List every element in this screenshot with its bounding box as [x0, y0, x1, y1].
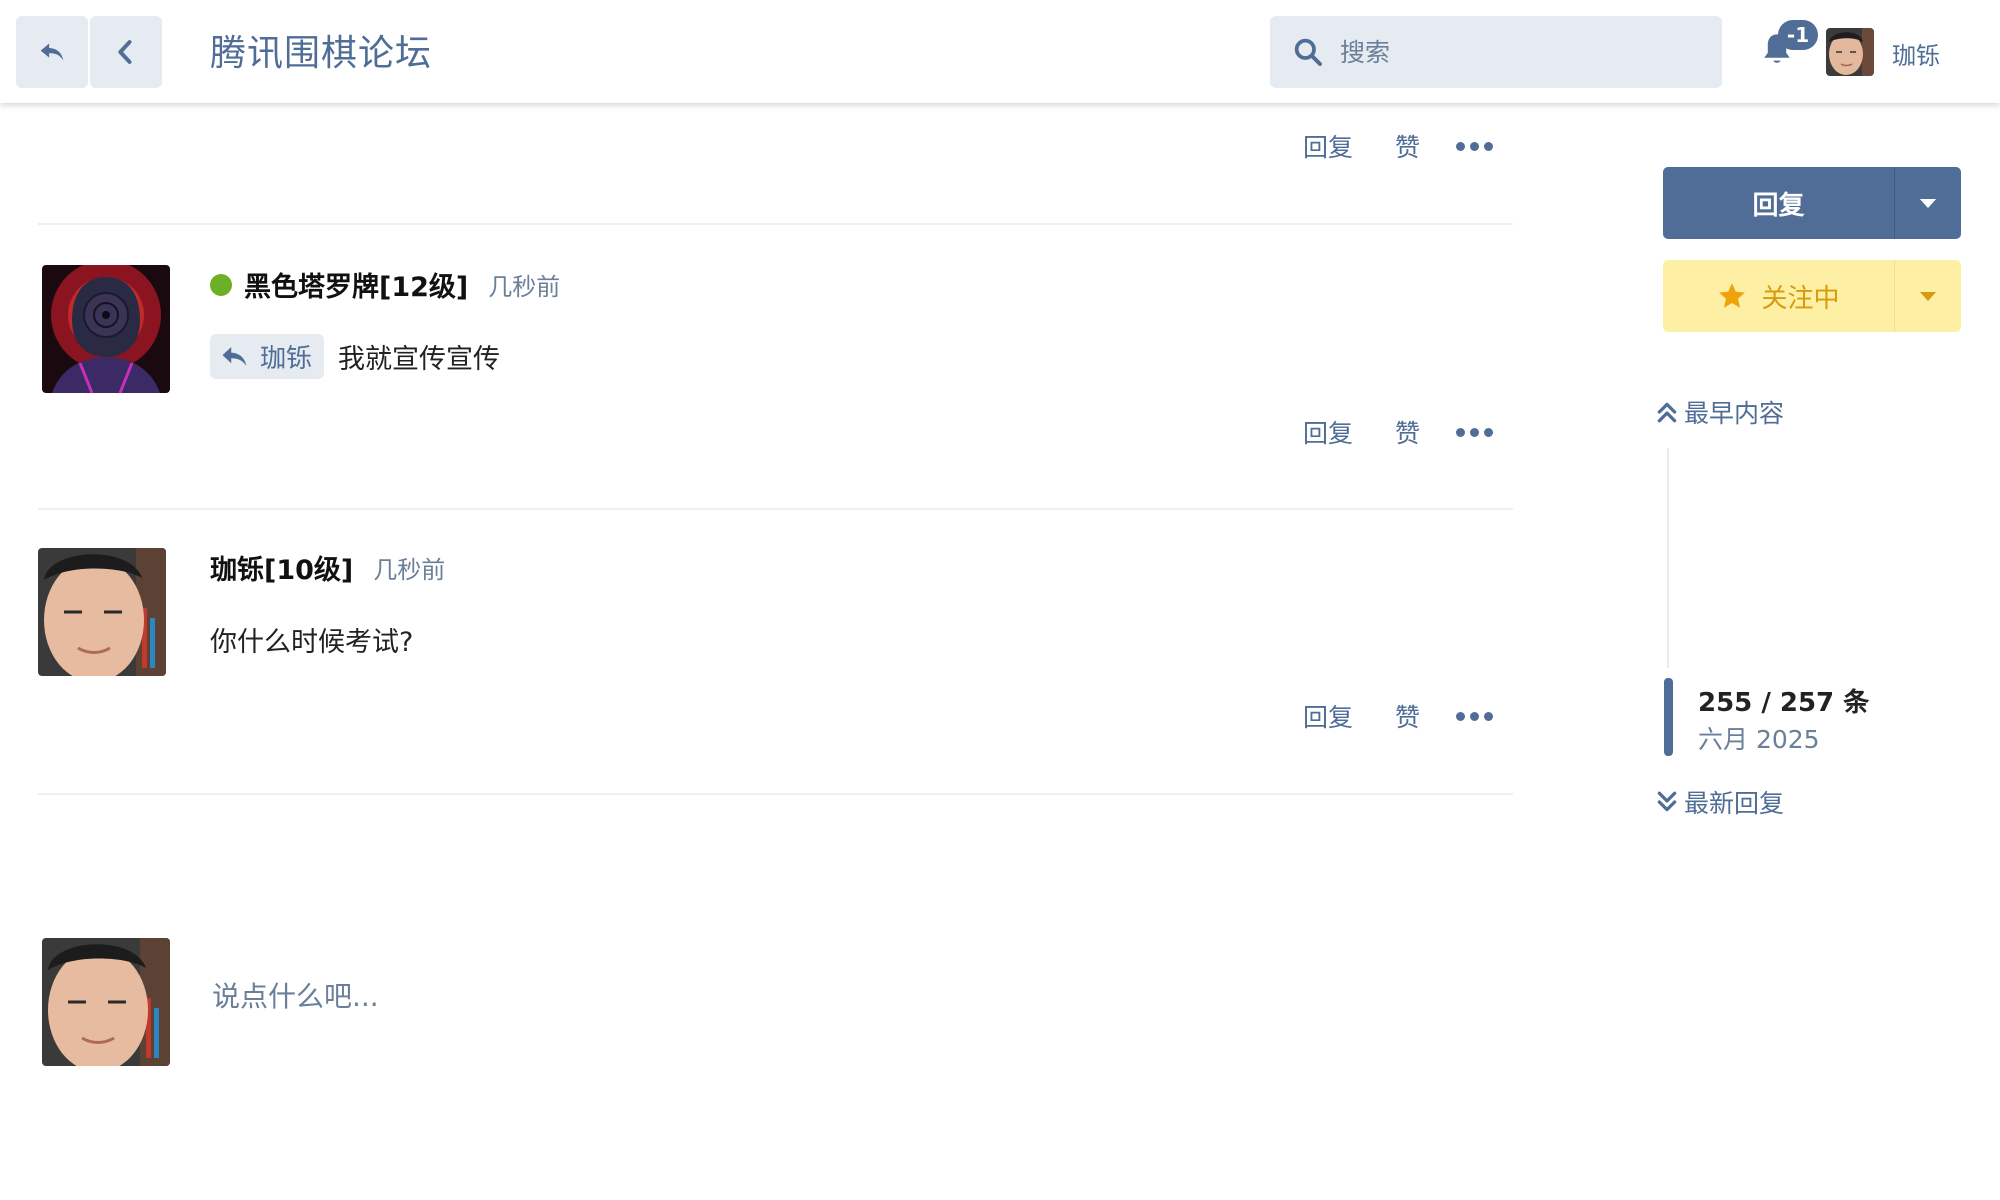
post-actions: 回复 赞 — [1303, 414, 1493, 450]
back-button[interactable] — [90, 16, 162, 88]
mask-avatar-image — [42, 265, 170, 393]
reply-to-tag[interactable]: 珈铄 — [210, 334, 325, 379]
post-text: 我就宣传宣传 — [338, 344, 501, 375]
more-dots-icon[interactable] — [1456, 141, 1493, 151]
header-username[interactable]: 珈铄 — [1892, 36, 1940, 71]
post-divider — [38, 793, 1513, 795]
latest-reply-link[interactable]: 最新回复 — [1656, 784, 1784, 820]
post-partial: 回复 赞 — [0, 128, 1493, 168]
reply-dropdown-button[interactable] — [1894, 167, 1961, 239]
reply-split-button: 回复 — [1663, 167, 1961, 239]
reply-to-user: 珈铄 — [260, 344, 313, 374]
timeline-handle[interactable] — [1664, 678, 1673, 756]
top-header: 腾讯围棋论坛 -1 珈铄 — [0, 0, 2000, 103]
reply-arrow-icon — [222, 346, 247, 366]
post-text: 你什么时候考试? — [210, 627, 414, 658]
face-photo — [1826, 28, 1874, 76]
search-icon — [1294, 38, 1322, 66]
face-photo — [42, 938, 170, 1066]
post-divider — [38, 508, 1513, 510]
back-chevron-icon — [118, 40, 132, 64]
face-photo — [38, 548, 166, 676]
post-actions: 回复 赞 — [1303, 128, 1493, 164]
like-link[interactable]: 赞 — [1395, 128, 1420, 164]
post-body: 珈铄 我就宣传宣传 — [210, 334, 500, 379]
site-title[interactable]: 腾讯围棋论坛 — [210, 24, 432, 76]
caret-down-icon — [1919, 198, 1937, 208]
reply-arrow-icon — [40, 43, 64, 61]
user-avatar[interactable] — [1826, 28, 1874, 76]
follow-label: 关注中 — [1761, 283, 1840, 314]
more-dots-icon[interactable] — [1456, 711, 1493, 721]
post-actions: 回复 赞 — [1303, 698, 1493, 734]
composer-avatar[interactable] — [42, 938, 170, 1066]
follow-split-button: 关注中 — [1663, 260, 1961, 332]
reply-link[interactable]: 回复 — [1303, 414, 1353, 450]
like-link[interactable]: 赞 — [1395, 414, 1420, 450]
composer-input[interactable]: 说点什么吧... — [212, 975, 379, 1015]
reply-link[interactable]: 回复 — [1303, 128, 1353, 164]
reply-link[interactable]: 回复 — [1303, 698, 1353, 734]
post-actions-row: 回复 赞 — [0, 414, 1493, 454]
follow-button[interactable]: 关注中 — [1663, 260, 1894, 332]
chevrons-down-icon — [1657, 791, 1677, 812]
avatar[interactable] — [42, 265, 170, 393]
earliest-content-label: 最早内容 — [1684, 399, 1785, 428]
timeline-date: 六月 2025 — [1698, 725, 1820, 754]
like-link[interactable]: 赞 — [1395, 698, 1420, 734]
follow-dropdown-button[interactable] — [1894, 260, 1961, 332]
reply-button[interactable]: 回复 — [1663, 167, 1894, 239]
avatar[interactable] — [38, 548, 166, 676]
post-body: 你什么时候考试? — [210, 620, 413, 659]
online-indicator — [210, 273, 232, 296]
earliest-content-link[interactable]: 最早内容 — [1656, 394, 1784, 430]
search-box[interactable] — [1270, 16, 1722, 88]
star-icon — [1719, 283, 1746, 308]
latest-reply-label: 最新回复 — [1684, 789, 1785, 818]
search-input[interactable] — [1338, 36, 1702, 68]
post-divider — [38, 223, 1513, 225]
chevrons-up-icon — [1657, 402, 1677, 423]
timeline-progress: 255 / 257 条 — [1698, 688, 1870, 718]
post-meta: 黑色塔罗牌[12级] 几秒前 — [210, 265, 560, 304]
post-time[interactable]: 几秒前 — [373, 550, 445, 585]
more-dots-icon[interactable] — [1456, 427, 1493, 437]
post-time[interactable]: 几秒前 — [488, 267, 560, 302]
timeline-track[interactable] — [1667, 448, 1669, 668]
post-actions-row: 回复 赞 — [0, 698, 1493, 738]
username[interactable]: 黑色塔罗牌[12级] — [244, 265, 468, 304]
notification-badge[interactable]: -1 — [1778, 20, 1818, 50]
reply-back-button[interactable] — [16, 16, 88, 88]
username[interactable]: 珈铄[10级] — [210, 548, 353, 587]
caret-down-icon — [1919, 291, 1937, 301]
post-meta: 珈铄[10级] 几秒前 — [210, 548, 445, 587]
